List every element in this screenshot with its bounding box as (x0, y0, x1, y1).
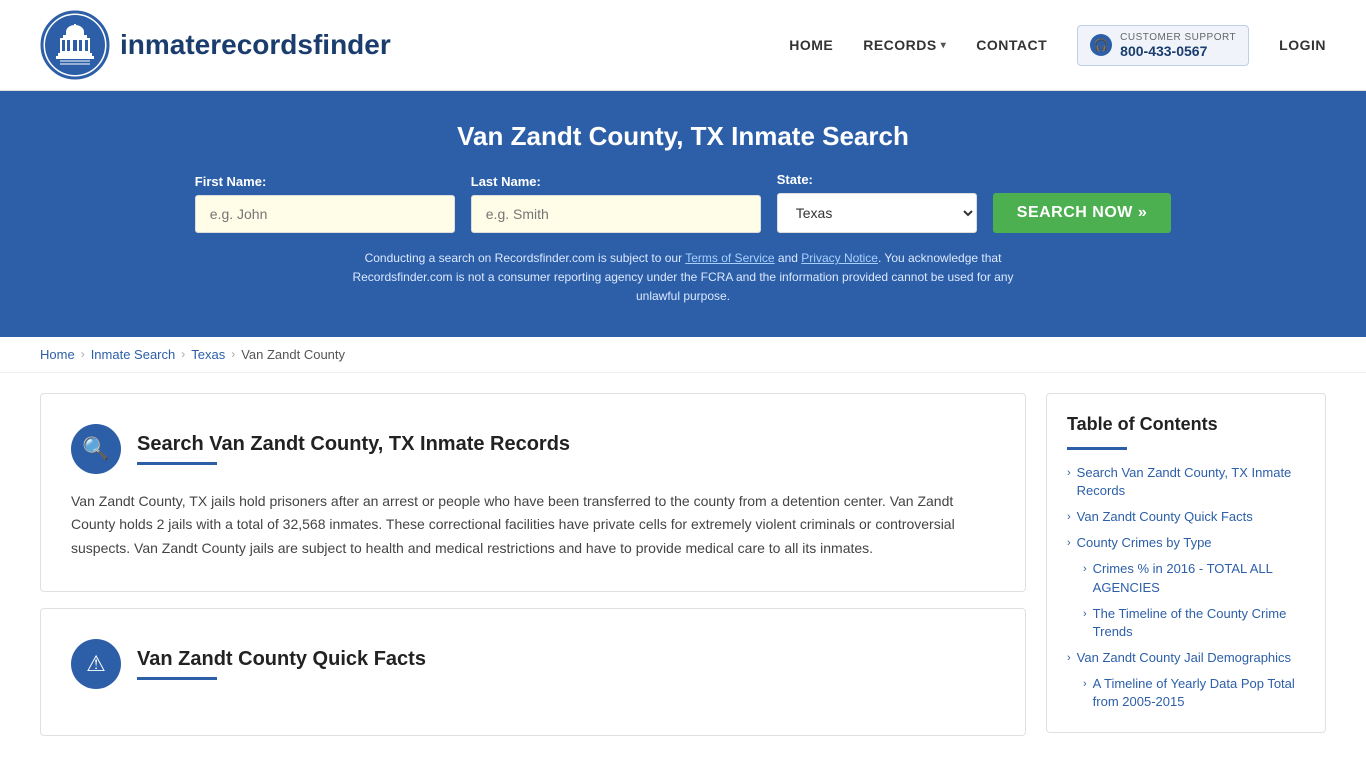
breadcrumb-county: Van Zandt County (241, 347, 345, 362)
left-column: 🔍 Search Van Zandt County, TX Inmate Rec… (40, 393, 1026, 752)
right-sidebar: Table of Contents › Search Van Zandt Cou… (1046, 393, 1326, 752)
main-content: 🔍 Search Van Zandt County, TX Inmate Rec… (0, 373, 1366, 772)
first-name-input[interactable] (195, 195, 455, 233)
card-title-underline-2 (137, 677, 217, 680)
toc-item-label-4: The Timeline of the County Crime Trends (1093, 605, 1305, 641)
toc-item-label-5: Van Zandt County Jail Demographics (1077, 649, 1291, 667)
warning-icon-circle: ⚠ (71, 639, 121, 689)
last-name-input[interactable] (471, 195, 761, 233)
toc-item-6[interactable]: › A Timeline of Yearly Data Pop Total fr… (1067, 675, 1305, 711)
toc-item-label-6: A Timeline of Yearly Data Pop Total from… (1093, 675, 1305, 711)
logo-text-normal: inmaterecords (120, 29, 313, 60)
search-button[interactable]: SEARCH NOW » (993, 193, 1171, 233)
card-title-underline-1 (137, 462, 217, 465)
breadcrumb: Home › Inmate Search › Texas › Van Zandt… (0, 337, 1366, 373)
support-label: CUSTOMER SUPPORT (1120, 32, 1236, 43)
main-nav: HOME RECORDS ▾ CONTACT 🎧 CUSTOMER SUPPOR… (789, 25, 1326, 66)
customer-support[interactable]: 🎧 CUSTOMER SUPPORT 800-433-0567 (1077, 25, 1249, 66)
state-label: State: (777, 172, 813, 187)
last-name-label: Last Name: (471, 174, 541, 189)
breadcrumb-sep-2: › (181, 347, 185, 361)
breadcrumb-texas[interactable]: Texas (191, 347, 225, 362)
logo-text: inmaterecordsfinder (120, 29, 391, 61)
toc-item-5[interactable]: › Van Zandt County Jail Demographics (1067, 649, 1305, 667)
logo-text-bold: finder (313, 29, 391, 60)
first-name-label: First Name: (195, 174, 267, 189)
card-header-search: 🔍 Search Van Zandt County, TX Inmate Rec… (71, 424, 995, 474)
toc-item-0[interactable]: › Search Van Zandt County, TX Inmate Rec… (1067, 464, 1305, 500)
toc-item-4[interactable]: › The Timeline of the County Crime Trend… (1067, 605, 1305, 641)
toc-item-1[interactable]: › Van Zandt County Quick Facts (1067, 508, 1305, 526)
toc-chevron-3: › (1083, 562, 1087, 577)
state-select[interactable]: Texas Alabama Alaska Arizona Arkansas Ca… (777, 193, 977, 233)
nav-login[interactable]: LOGIN (1279, 37, 1326, 53)
toc-item-label-0: Search Van Zandt County, TX Inmate Recor… (1077, 464, 1305, 500)
search-form: First Name: Last Name: State: Texas Alab… (40, 172, 1326, 233)
hero-section: Van Zandt County, TX Inmate Search First… (0, 91, 1366, 337)
header: inmaterecordsfinder HOME RECORDS ▾ CONTA… (0, 0, 1366, 91)
toc-item-label-2: County Crimes by Type (1077, 534, 1212, 552)
privacy-link[interactable]: Privacy Notice (801, 251, 878, 265)
records-chevron-icon: ▾ (941, 40, 947, 51)
toc-title: Table of Contents (1067, 414, 1305, 435)
nav-home[interactable]: HOME (789, 37, 833, 53)
toc-chevron-1: › (1067, 510, 1071, 525)
card-title-search-wrapper: Search Van Zandt County, TX Inmate Recor… (137, 433, 570, 465)
card-title-facts: Van Zandt County Quick Facts (137, 648, 426, 671)
toc-chevron-0: › (1067, 466, 1071, 481)
breadcrumb-inmate-search[interactable]: Inmate Search (91, 347, 176, 362)
support-number: 800-433-0567 (1120, 43, 1236, 59)
toc-chevron-6: › (1083, 677, 1087, 692)
section-search-records: 🔍 Search Van Zandt County, TX Inmate Rec… (40, 393, 1026, 592)
last-name-group: Last Name: (471, 174, 761, 233)
toc-chevron-4: › (1083, 607, 1087, 622)
hero-disclaimer: Conducting a search on Recordsfinder.com… (333, 249, 1033, 307)
search-icon-circle: 🔍 (71, 424, 121, 474)
card-body-search: Van Zandt County, TX jails hold prisoner… (71, 490, 995, 561)
toc-list: › Search Van Zandt County, TX Inmate Rec… (1067, 464, 1305, 712)
card-header-facts: ⚠ Van Zandt County Quick Facts (71, 639, 995, 689)
toc-chevron-5: › (1067, 651, 1071, 666)
support-text: CUSTOMER SUPPORT 800-433-0567 (1120, 32, 1236, 59)
toc-card: Table of Contents › Search Van Zandt Cou… (1046, 393, 1326, 733)
nav-records[interactable]: RECORDS ▾ (863, 37, 946, 53)
toc-chevron-2: › (1067, 536, 1071, 551)
card-title-facts-wrapper: Van Zandt County Quick Facts (137, 648, 426, 680)
toc-item-2[interactable]: › County Crimes by Type (1067, 534, 1305, 552)
card-title-search: Search Van Zandt County, TX Inmate Recor… (137, 433, 570, 456)
breadcrumb-home[interactable]: Home (40, 347, 75, 362)
toc-divider (1067, 447, 1127, 450)
logo[interactable]: inmaterecordsfinder (40, 10, 391, 80)
breadcrumb-sep-3: › (231, 347, 235, 361)
headset-icon: 🎧 (1090, 34, 1112, 56)
first-name-group: First Name: (195, 174, 455, 233)
section-quick-facts: ⚠ Van Zandt County Quick Facts (40, 608, 1026, 736)
nav-contact[interactable]: CONTACT (976, 37, 1047, 53)
state-group: State: Texas Alabama Alaska Arizona Arka… (777, 172, 977, 233)
breadcrumb-sep-1: › (81, 347, 85, 361)
toc-item-label-1: Van Zandt County Quick Facts (1077, 508, 1253, 526)
toc-item-label-3: Crimes % in 2016 - TOTAL ALL AGENCIES (1093, 560, 1305, 596)
logo-icon (40, 10, 110, 80)
tos-link[interactable]: Terms of Service (685, 251, 774, 265)
hero-title: Van Zandt County, TX Inmate Search (40, 121, 1326, 152)
toc-item-3[interactable]: › Crimes % in 2016 - TOTAL ALL AGENCIES (1067, 560, 1305, 596)
nav-records-label: RECORDS (863, 37, 937, 53)
